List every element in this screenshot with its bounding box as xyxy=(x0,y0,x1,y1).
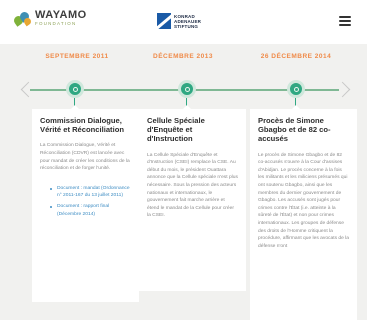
timeline-date: SEPTEMBRE 2011 xyxy=(45,53,109,60)
kas-logo-line: STIFTUNG xyxy=(174,23,199,29)
timeline-event-card: Procès de Simone Gbagbo et de 82 co-accu… xyxy=(250,109,357,320)
kas-emblem-icon xyxy=(157,13,171,29)
card-pointer xyxy=(291,105,301,110)
document-prefix: Document : xyxy=(57,185,84,191)
timeline-node-icon[interactable] xyxy=(66,80,84,98)
timeline-date: DÉCEMBRE 2013 xyxy=(153,53,213,60)
timeline-date: 26 DÉCEMBRE 2014 xyxy=(260,53,332,60)
hamburger-menu-icon[interactable] xyxy=(339,16,351,26)
wayamo-logo-tagline: FOUNDATION xyxy=(35,21,77,26)
wayamo-leaf-icon xyxy=(12,10,33,28)
timeline-node-icon[interactable] xyxy=(287,80,305,98)
event-description: Le procès de Simone Gbagbo et de 82 co-a… xyxy=(258,152,349,249)
event-title: Cellule Spéciale d'Enquête et d'Instruct… xyxy=(147,116,205,144)
wayamo-logo[interactable]: WAYAMO FOUNDATION xyxy=(12,9,87,28)
konrad-adenauer-logo[interactable]: KONRAD ADENAUER STIFTUNG xyxy=(157,13,201,29)
document-list-item: Document : rapport final (Décembre 2014) xyxy=(50,203,131,218)
wayamo-logo-name: WAYAMO xyxy=(35,9,87,21)
event-title: Procès de Simone Gbagbo et de 82 co-accu… xyxy=(258,116,331,144)
timeline-next-arrow-icon[interactable] xyxy=(340,80,350,98)
timeline-event-card: Commission Dialogue, Vérité et Réconcili… xyxy=(32,109,139,302)
timeline-node-icon[interactable] xyxy=(178,80,196,98)
card-pointer xyxy=(70,105,80,110)
document-list-item: Document : mandat (Ordonnance n° 2011-16… xyxy=(50,185,131,200)
timeline-prev-arrow-icon[interactable] xyxy=(20,80,30,98)
document-list: Document : mandat (Ordonnance n° 2011-16… xyxy=(40,185,131,218)
site-header: WAYAMO FOUNDATION KONRAD ADENAUER STIFTU… xyxy=(0,0,367,44)
event-description: La Commission Dialogue, Vérité et Réconc… xyxy=(40,143,130,172)
card-pointer xyxy=(182,105,192,110)
event-title: Commission Dialogue, Vérité et Réconcili… xyxy=(40,116,124,135)
event-description: La Cellule Spéciale d'Enquête et d'Instr… xyxy=(147,152,238,219)
document-prefix: Document : xyxy=(57,203,84,209)
timeline-event-card: Cellule Spéciale d'Enquête et d'Instruct… xyxy=(139,109,246,291)
